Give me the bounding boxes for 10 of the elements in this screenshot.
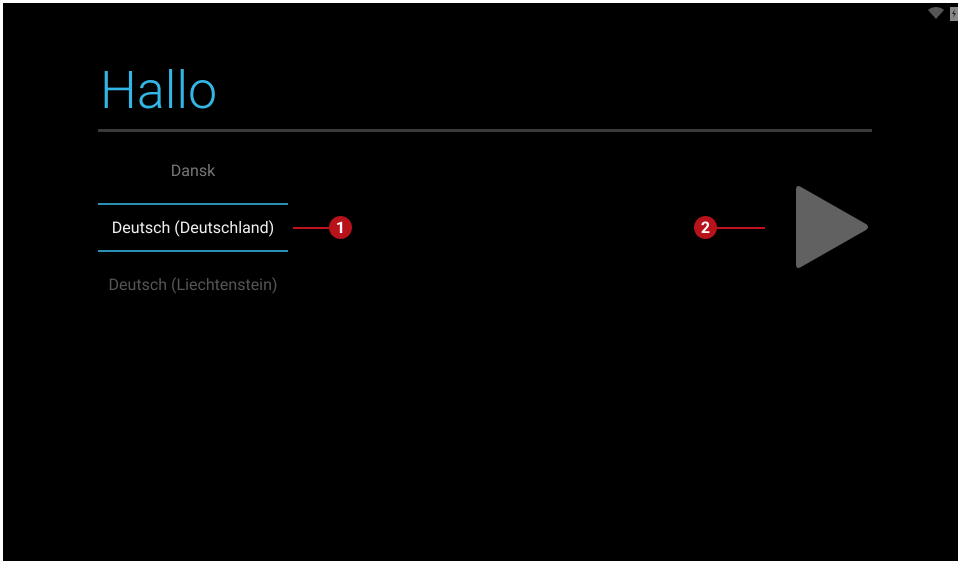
wifi-icon — [928, 6, 944, 20]
language-option[interactable]: Deutsch (Deutschland) — [98, 203, 288, 252]
welcome-title: Hallo — [99, 65, 218, 123]
leader-line — [293, 226, 329, 228]
language-option[interactable]: Deutsch (Liechtenstein) — [98, 256, 288, 313]
language-option[interactable]: Dansk — [98, 142, 288, 199]
battery-icon — [950, 6, 958, 21]
callout-number: 2 — [694, 216, 717, 239]
callout-number: 1 — [329, 216, 352, 239]
leader-line — [717, 226, 765, 228]
